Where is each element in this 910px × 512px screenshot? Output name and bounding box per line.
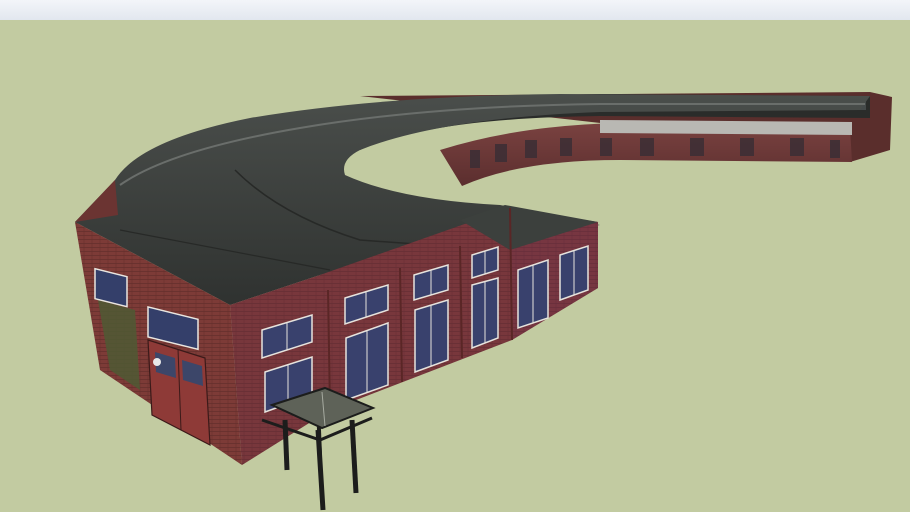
model-viewport — [0, 0, 910, 512]
roundhouse-model — [75, 92, 892, 511]
wall-sign — [153, 358, 161, 366]
inner-wall-light-band — [600, 120, 852, 135]
outer-curved-wall — [75, 180, 118, 222]
outdoor-table — [261, 386, 376, 511]
